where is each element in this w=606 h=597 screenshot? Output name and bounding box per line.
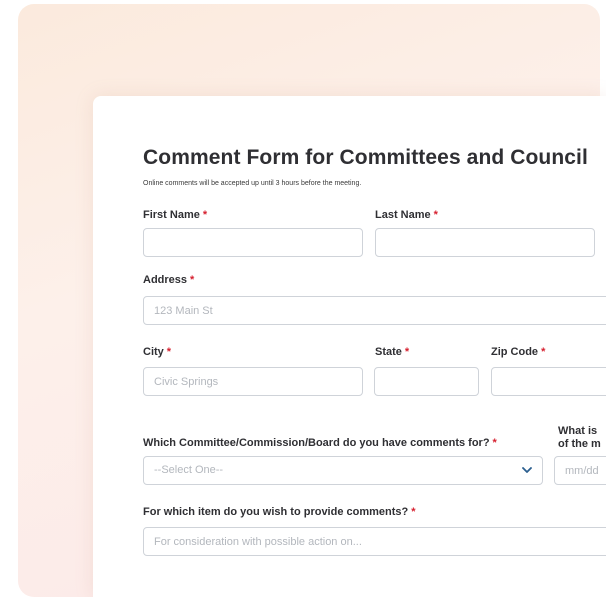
city-input[interactable] <box>143 367 363 396</box>
committee-select-value: --Select One-- <box>154 464 224 476</box>
last-name-label: Last Name * <box>375 209 438 221</box>
last-name-input[interactable] <box>375 228 595 257</box>
required-mark: * <box>492 437 497 449</box>
address-input[interactable] <box>143 296 606 325</box>
required-mark: * <box>541 346 546 358</box>
zip-code-label: Zip Code * <box>491 346 545 358</box>
meeting-date-label-line1: What is <box>558 425 598 437</box>
state-input[interactable] <box>374 367 479 396</box>
city-label: City * <box>143 346 171 358</box>
first-name-label: First Name * <box>143 209 207 221</box>
comment-form-panel: Comment Form for Committees and Council … <box>93 96 606 597</box>
city-label-text: City <box>143 346 164 358</box>
required-mark: * <box>433 209 438 221</box>
committee-label: Which Committee/Commission/Board do you … <box>143 437 497 449</box>
first-name-input[interactable] <box>143 228 363 257</box>
meeting-date-label: What is of the m <box>558 425 601 451</box>
state-label: State * <box>375 346 409 358</box>
meeting-date-input[interactable] <box>554 456 606 485</box>
address-label: Address * <box>143 274 194 286</box>
required-mark: * <box>202 209 208 221</box>
zip-code-input[interactable] <box>491 367 606 396</box>
chevron-down-icon <box>522 467 532 473</box>
item-input[interactable] <box>143 527 606 556</box>
form-title: Comment Form for Committees and Council <box>143 146 588 169</box>
meeting-date-label-line2: of the m <box>558 438 601 450</box>
address-label-text: Address <box>143 274 188 286</box>
required-mark: * <box>166 346 172 358</box>
last-name-label-text: Last Name <box>375 209 431 221</box>
required-mark: * <box>404 346 410 358</box>
item-label: For which item do you wish to provide co… <box>143 506 416 518</box>
state-label-text: State <box>375 346 402 358</box>
committee-label-text: Which Committee/Commission/Board do you … <box>143 437 490 449</box>
zip-code-label-text: Zip Code <box>491 346 539 358</box>
form-subtitle: Online comments will be accepted up unti… <box>143 180 362 187</box>
required-mark: * <box>411 506 416 518</box>
required-mark: * <box>190 274 195 286</box>
item-label-text: For which item do you wish to provide co… <box>143 506 409 518</box>
committee-select[interactable]: --Select One-- <box>143 456 543 485</box>
first-name-label-text: First Name <box>143 209 200 221</box>
